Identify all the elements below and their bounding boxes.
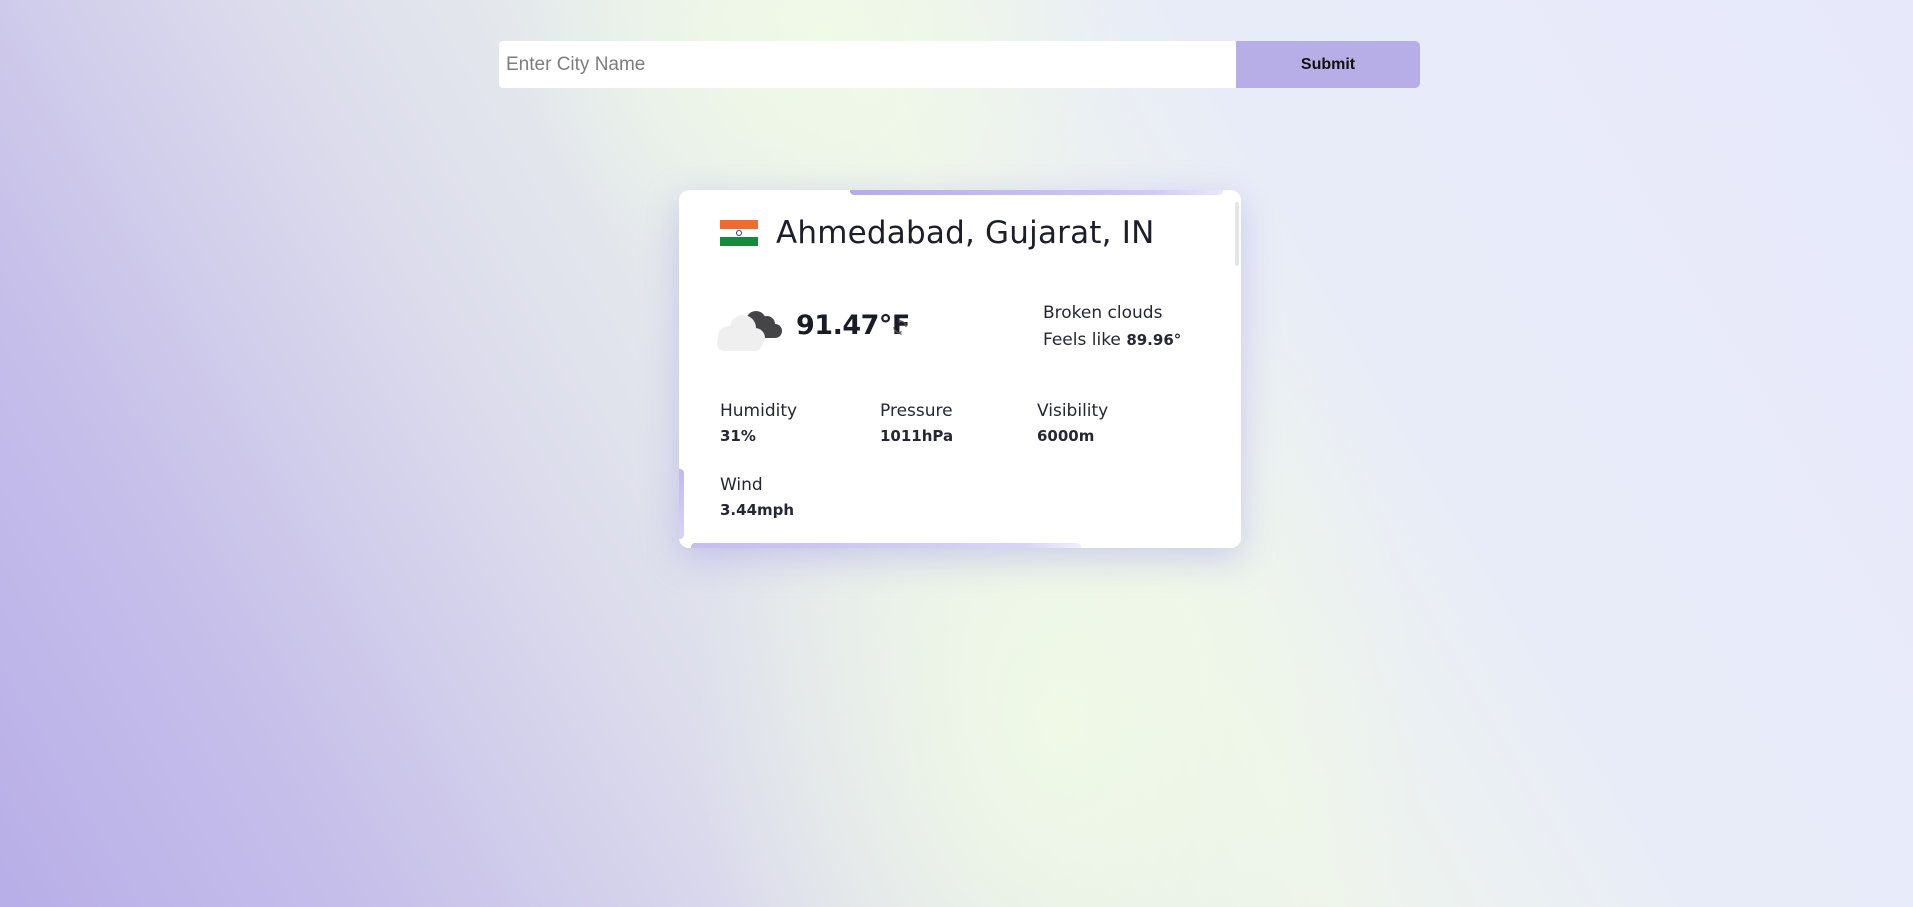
refresh-icon[interactable] [891, 318, 909, 336]
pressure-value: 1011hPa [880, 427, 954, 445]
feels-like: Feels like 89.96° [1043, 330, 1181, 350]
card-scrollbar[interactable] [1235, 202, 1239, 266]
location-name: Ahmedabad, Gujarat, IN [776, 215, 1155, 251]
wind-value: 3.44mph [720, 501, 795, 519]
pressure-label: Pressure [880, 401, 953, 421]
location-header: Ahmedabad, Gujarat, IN [720, 215, 1154, 251]
humidity-label: Humidity [720, 401, 798, 421]
weather-card: Ahmedabad, Gujarat, IN 91.47°F Broken cl… [679, 190, 1241, 548]
city-search-input[interactable] [499, 41, 1236, 88]
weather-description: Broken clouds [1043, 303, 1163, 323]
card-accent-top [850, 190, 1223, 195]
visibility-label: Visibility [1037, 401, 1109, 421]
humidity-stat: Humidity 31% [720, 401, 797, 445]
broken-clouds-icon [717, 311, 782, 351]
submit-button[interactable]: Submit [1236, 41, 1420, 88]
feels-like-label: Feels like [1043, 330, 1121, 350]
humidity-value: 31% [720, 427, 756, 445]
visibility-value: 6000m [1037, 427, 1095, 445]
card-accent-left [679, 469, 684, 539]
wind-stat: Wind 3.44mph [720, 475, 794, 519]
pressure-stat: Pressure 1011hPa [880, 401, 953, 445]
india-flag-icon [720, 220, 758, 247]
visibility-stat: Visibility 6000m [1037, 401, 1108, 445]
feels-like-value: 89.96° [1126, 331, 1182, 349]
card-accent-bottom [691, 543, 1081, 548]
wind-label: Wind [720, 475, 763, 495]
search-form: Submit [499, 41, 1420, 88]
